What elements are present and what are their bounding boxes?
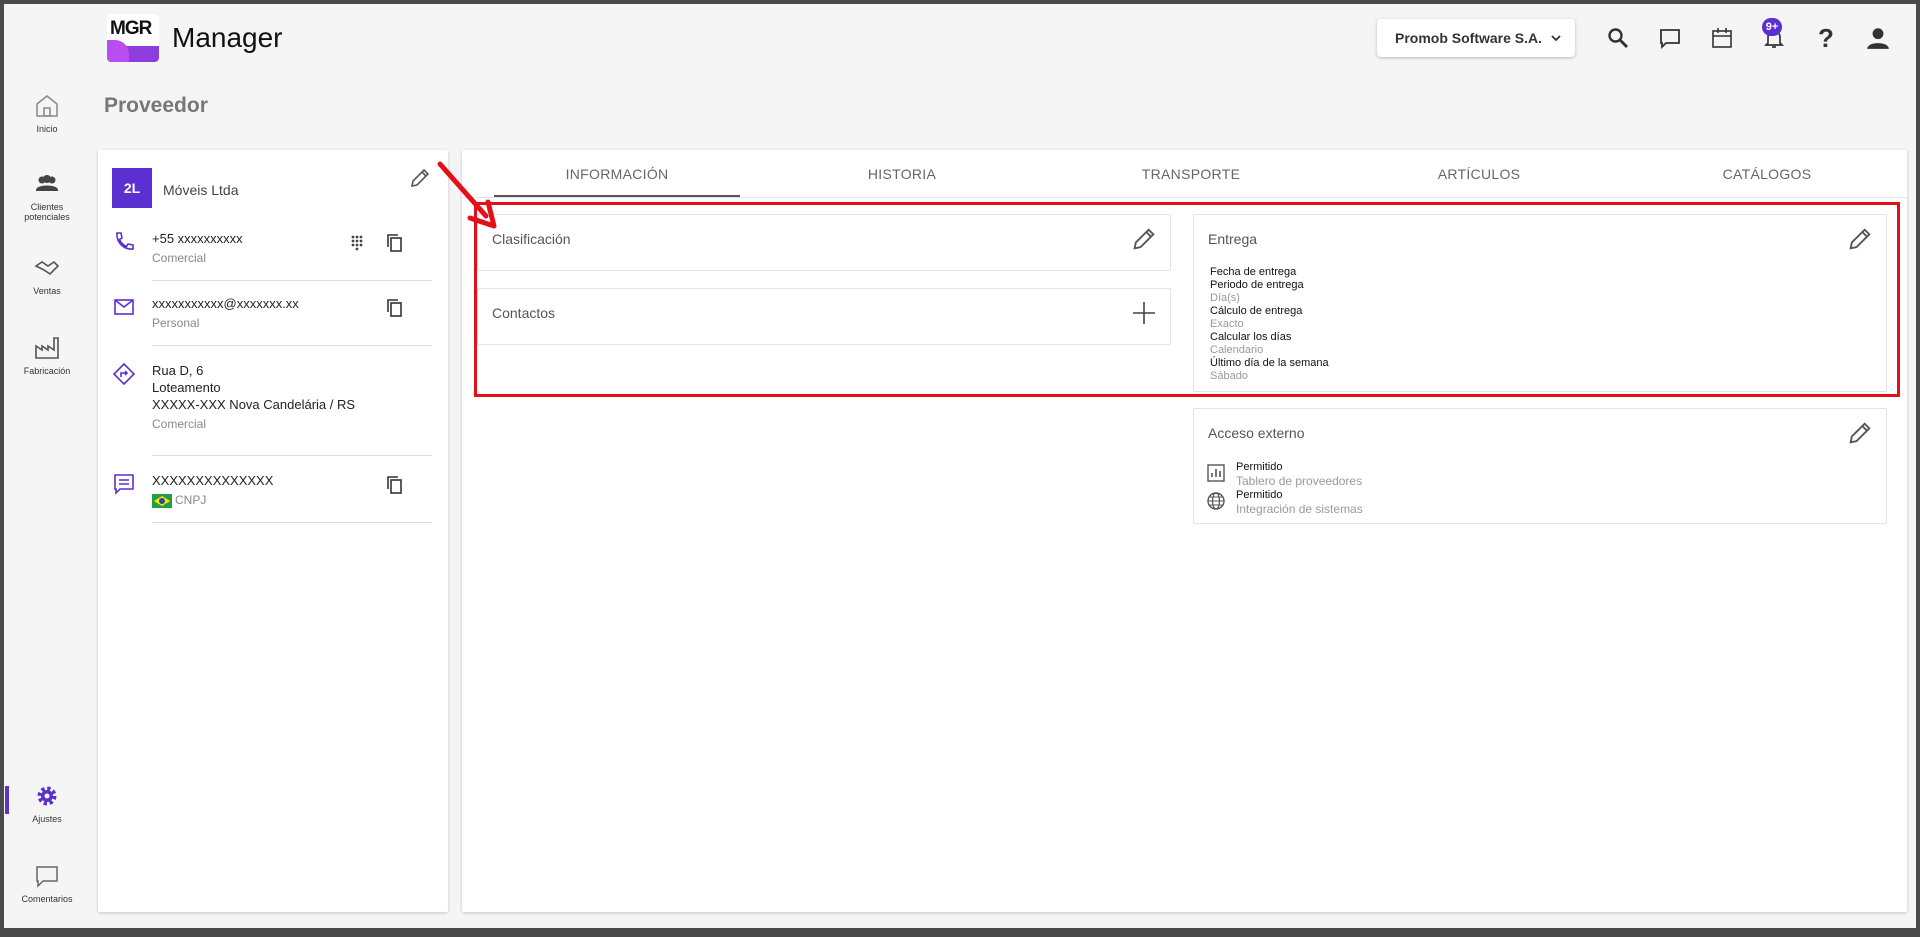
chat-icon[interactable]: [1656, 24, 1684, 52]
supplier-card: 2L Móveis Ltda +55 xxxxxxxxxx Comercial …: [98, 150, 448, 912]
acceso-status: Permitido: [1236, 461, 1283, 473]
divider: [152, 522, 432, 523]
email-row: xxxxxxxxxxx@xxxxxxx.xx Personal: [112, 295, 432, 335]
nav-ventas[interactable]: Ventas: [4, 254, 90, 296]
nav-fabricacion[interactable]: Fabricación: [4, 334, 90, 376]
phone-number[interactable]: +55 xxxxxxxxxx: [152, 230, 243, 247]
divider: [152, 345, 432, 346]
page-title: Proveedor: [104, 94, 208, 117]
acceso-status: Permitido: [1236, 489, 1283, 501]
top-bar: MGR Manager Promob Software S.A. 9+ ?: [4, 4, 1916, 70]
search-icon[interactable]: [1604, 24, 1632, 52]
nav-label: Fabricación: [23, 366, 71, 376]
address-type: Comercial: [152, 417, 207, 431]
acceso-label: Integración de sistemas: [1236, 502, 1363, 516]
factory-icon: [35, 337, 59, 359]
tab-articulos[interactable]: ARTÍCULOS: [1339, 166, 1619, 182]
comment-icon: [36, 866, 58, 888]
logo-text: MGR: [110, 18, 152, 39]
edit-supplier-icon[interactable]: [408, 166, 432, 190]
phone-type: Comercial: [152, 251, 207, 265]
people-icon: [36, 175, 58, 191]
phone-icon: [116, 232, 134, 250]
active-tab-indicator: [494, 195, 740, 197]
help-icon[interactable]: ?: [1812, 23, 1840, 53]
address-line1: Rua D, 6: [152, 363, 204, 378]
nav-clientes-potenciales[interactable]: Clientes potenciales: [4, 170, 90, 222]
app-window: MGR Manager Promob Software S.A. 9+ ? In…: [4, 4, 1916, 928]
account-icon[interactable]: [1864, 24, 1892, 52]
chevron-down-icon: [1551, 35, 1561, 42]
address-line2: Loteamento: [152, 380, 221, 395]
nav-label: Clientes potenciales: [24, 202, 70, 222]
company-selector-label: Promob Software S.A.: [1395, 30, 1543, 46]
tab-transporte[interactable]: TRANSPORTE: [1051, 166, 1331, 182]
tab-bar: INFORMACIÓN HISTORIA TRANSPORTE ARTÍCULO…: [462, 150, 1907, 198]
document-type: CNPJ: [175, 493, 207, 507]
supplier-name: Móveis Ltda: [163, 182, 239, 198]
brazil-flag-icon: [152, 493, 172, 508]
company-selector[interactable]: Promob Software S.A.: [1377, 19, 1575, 57]
address-line3: XXXXX-XXX Nova Candelária / RS: [152, 397, 356, 412]
directions-icon: [112, 362, 136, 386]
email-type: Personal: [152, 316, 200, 330]
email-address[interactable]: xxxxxxxxxxx@xxxxxxx.xx: [152, 295, 299, 312]
document-type-wrap: CNPJ: [152, 492, 273, 509]
home-icon: [36, 95, 58, 117]
gear-icon: [37, 786, 57, 806]
notification-badge: 9+: [1762, 18, 1782, 36]
divider: [152, 280, 432, 281]
phone-row: +55 xxxxxxxxxx Comercial: [112, 230, 432, 270]
acceso-externo-card: Acceso externo Permitido Tablero de prov…: [1193, 408, 1887, 524]
nav-label: Ventas: [33, 286, 61, 296]
handshake-icon: [34, 260, 60, 276]
copy-icon[interactable]: [384, 232, 406, 254]
globe-icon: [1207, 492, 1225, 510]
nav-label: Comentarios: [21, 894, 73, 904]
acceso-externo-title: Acceso externo: [1208, 425, 1305, 441]
nav-ajustes[interactable]: Ajustes: [4, 782, 90, 824]
annotation-highlight-box: [474, 202, 1900, 397]
dialpad-icon[interactable]: [346, 232, 368, 254]
chart-icon: [1207, 464, 1225, 482]
nav-inicio[interactable]: Inicio: [4, 92, 90, 134]
edit-acceso-externo-icon[interactable]: [1846, 419, 1874, 447]
document-row: XXXXXXXXXXXXXX CNPJ: [112, 472, 432, 512]
supplier-avatar: 2L: [112, 168, 152, 208]
document-list-icon: [114, 474, 134, 495]
acceso-label: Tablero de proveedores: [1236, 474, 1363, 488]
divider: [152, 455, 432, 456]
tab-catalogos[interactable]: CATÁLOGOS: [1627, 166, 1907, 182]
app-title: Manager: [172, 22, 283, 53]
calendar-icon[interactable]: [1708, 24, 1736, 52]
tab-historia[interactable]: HISTORIA: [762, 166, 1042, 182]
nav-label: Ajustes: [32, 814, 62, 824]
logo-shape-accent: [107, 40, 129, 62]
copy-icon[interactable]: [384, 474, 406, 496]
address-row: Rua D, 6 Loteamento XXXXX-XXX Nova Cande…: [112, 362, 432, 442]
copy-icon[interactable]: [384, 297, 406, 319]
annotation-arrow-icon: [437, 161, 497, 229]
mail-icon: [114, 299, 134, 315]
tab-informacion[interactable]: INFORMACIÓN: [477, 166, 757, 182]
nav-label: Inicio: [36, 124, 58, 134]
nav-comentarios[interactable]: Comentarios: [4, 862, 90, 904]
document-number: XXXXXXXXXXXXXX: [152, 473, 274, 488]
app-logo[interactable]: MGR: [107, 14, 159, 62]
